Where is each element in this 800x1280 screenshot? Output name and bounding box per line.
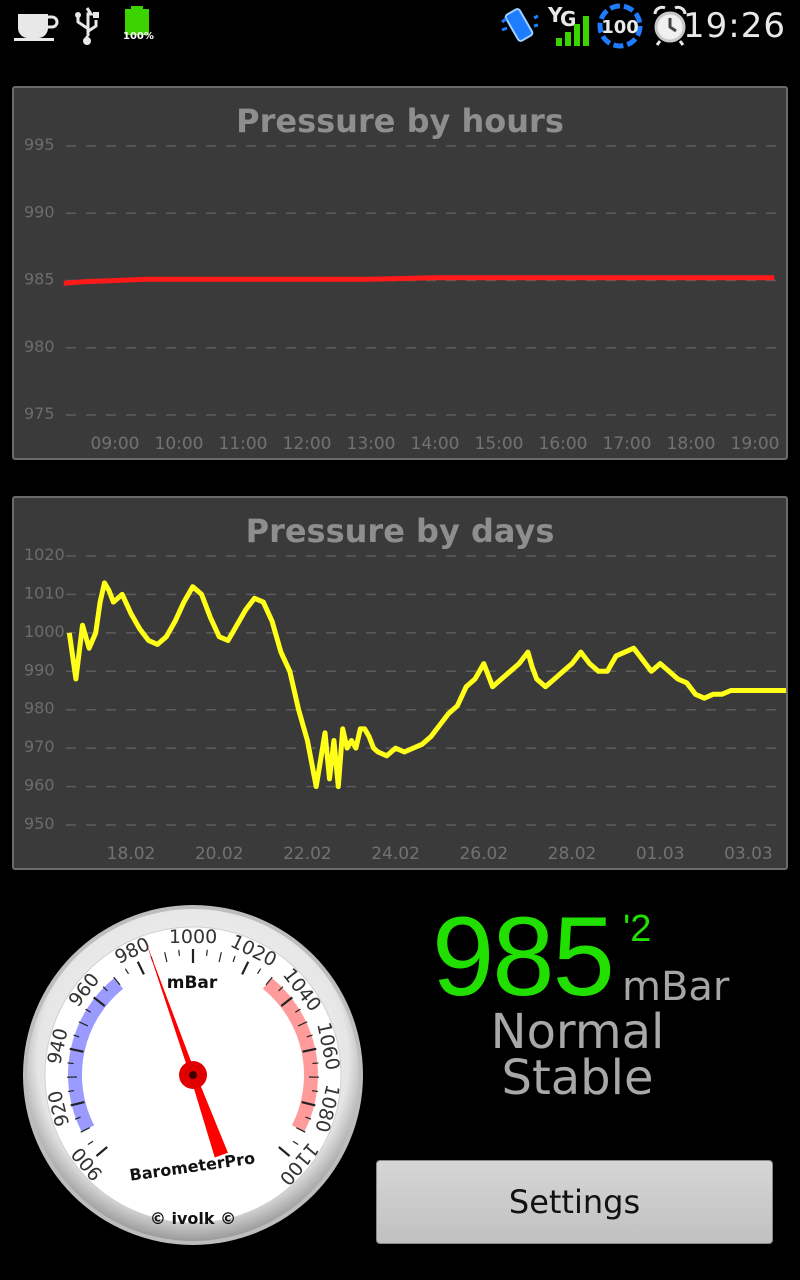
y-tick-label: 990 [24,660,55,679]
x-tick-label: 12:00 [283,434,332,454]
signal-icon: Y G [547,3,589,46]
x-tick-label: 09:00 [91,434,140,454]
x-tick-label: 03.03 [724,844,773,864]
pressure-value: 985 [432,894,615,1019]
x-tick-label: 11:00 [219,434,268,454]
y-tick-label: 990 [24,202,55,221]
status-time: 19:26 [683,6,786,46]
gauge-credit-label: © ivolk © [150,1209,236,1228]
y-tick-label: 980 [24,699,55,718]
x-tick-label: 15:00 [475,434,524,454]
x-tick-label: 16:00 [539,434,588,454]
gauge-tick [205,949,208,956]
y-tick-label: 975 [24,404,55,423]
status-bar: 100% Y G 100 19:26 [0,0,800,52]
pressure-trend-text: Stable [501,1050,654,1106]
gauge-tick [67,1062,74,1065]
gauge-scale-label: 1000 [169,926,217,948]
settings-button[interactable]: Settings [376,1160,773,1244]
y-tick-label: 1010 [24,583,65,602]
gauge-tick [311,1090,319,1093]
y-tick-label: 1000 [24,622,65,641]
x-tick-label: 22.02 [283,844,332,864]
chart-title: Pressure by hours [236,102,564,140]
sync-badge-icon: 100 [597,3,643,49]
x-tick-label: 24.02 [371,844,420,864]
coffee-cup-icon [14,14,59,41]
x-tick-label: 17:00 [603,434,652,454]
gauge-tick [312,1062,319,1065]
vibrate-icon [501,8,539,42]
badge-count-text: 100 [601,17,639,38]
usb-icon [75,7,99,45]
pressure-by-hours-chart: 995 990 985 980 975 09:00 10:00 11:00 12:00 13:00… [12,86,788,460]
gauge-tick [67,1090,75,1093]
x-tick-label: 13:00 [347,434,396,454]
days-chart-canvas: 10201010100099098097096095018.02 20.02 22.… [24,545,786,864]
x-tick-label: 10:00 [155,434,204,454]
network-type-text: G [560,7,576,31]
chart-title: Pressure by days [245,512,555,550]
x-tick-label: 18.02 [107,844,156,864]
barometer-gauge: 900 920 940 960 980 1000 1020 1040 1060 1080 1100 … [22,904,364,1246]
y-tick-label: 950 [24,814,55,833]
x-tick-label: 18:00 [667,434,716,454]
x-tick-label: 20.02 [195,844,244,864]
y-tick-label: 970 [24,737,55,756]
gauge-dial: 900920940960980 1000 10201040106010801100 … [23,905,363,1245]
battery-level-text: 100% [123,31,154,42]
x-tick-label: 28.02 [548,844,597,864]
y-tick-label: 960 [24,776,55,795]
y-tick-label: 985 [24,270,55,289]
gauge-unit-label: mBar [167,973,218,993]
gauge-tick [178,949,181,956]
pressure-by-days-chart: 1020 1010 1000 990 980 970 960 950 18.02 20.02 22.… [12,496,788,870]
pressure-decimal: '2 [623,908,652,950]
x-tick-label: 26.02 [459,844,508,864]
y-tick-label: 980 [24,337,55,356]
series-line [66,580,786,790]
hours-chart-canvas: 99599098598097509:00 10:00 11:00 12:00 13:00… [24,135,780,454]
pressure-reading: 985 '2 mBar Normal Stable [380,894,780,1150]
x-tick-label: 01.03 [636,844,685,864]
x-tick-label: 19:00 [731,434,780,454]
x-tick-label: 14:00 [411,434,460,454]
